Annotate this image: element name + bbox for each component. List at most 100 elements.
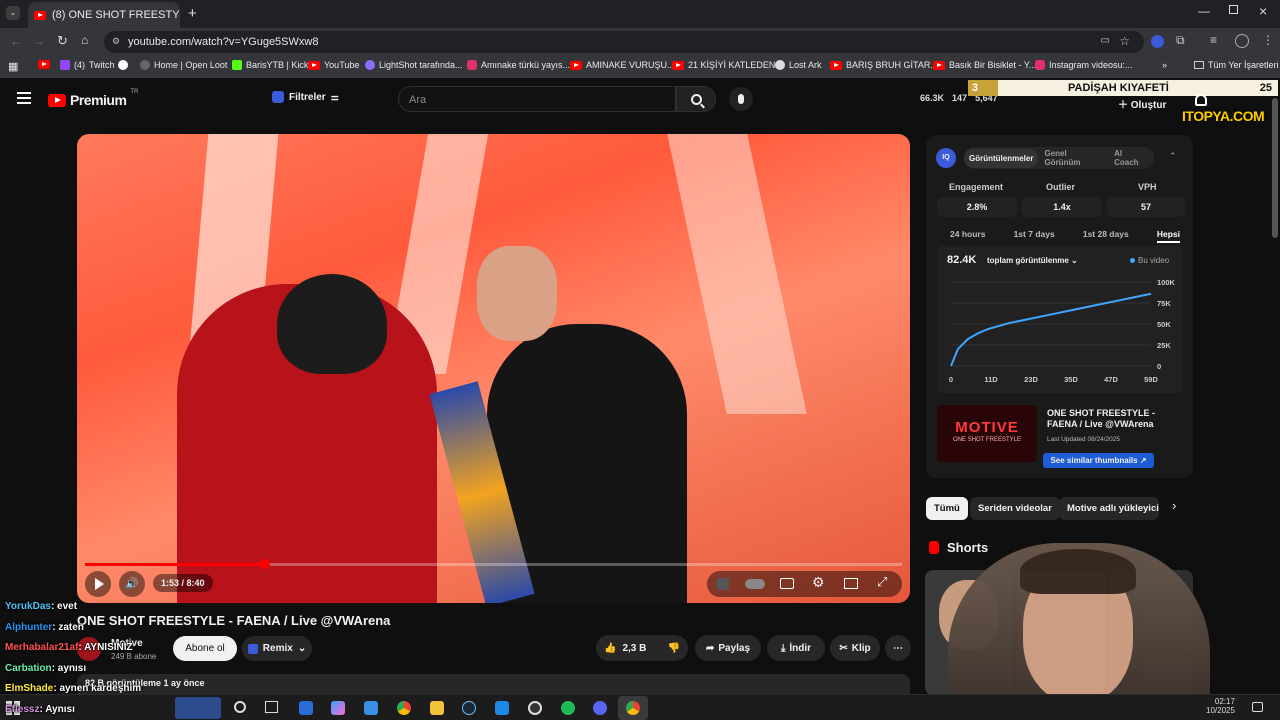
store-icon[interactable] [364, 701, 378, 715]
description-box[interactable]: 82 B görüntüleme 1 ay önce [77, 674, 910, 694]
like-button[interactable]: 👍 2,3 B [604, 643, 646, 654]
app-icon[interactable] [299, 701, 313, 715]
notifications-bell-icon[interactable] [1195, 94, 1207, 106]
remix-button[interactable]: Remix ⌄ [242, 636, 312, 661]
chrome-active-icon[interactable] [618, 696, 648, 720]
new-tab-button[interactable]: + [188, 5, 197, 22]
vidiq-filters-button[interactable]: Filtreler ⚌ [272, 91, 339, 103]
volume-button[interactable]: 🔊 [119, 571, 145, 597]
restore-button[interactable] [1229, 5, 1238, 14]
chips-next-icon[interactable]: › [1172, 498, 1176, 513]
thumbnail-preview[interactable]: MOTIVE ONE SHOT FREESTYLE [937, 405, 1037, 462]
profile-icon[interactable] [1235, 34, 1249, 48]
copilot-icon[interactable] [331, 701, 345, 715]
range-24h[interactable]: 24 hours [950, 229, 985, 243]
play-button[interactable] [85, 571, 111, 597]
discord-icon[interactable] [593, 701, 607, 715]
home-icon[interactable]: ⌂ [81, 33, 88, 47]
chrome-icon[interactable] [397, 701, 411, 715]
menu-kebab-icon[interactable]: ⋮ [1262, 33, 1274, 47]
close-window-button[interactable]: × [1259, 3, 1267, 19]
create-button[interactable]: ＋ Oluştur [1118, 96, 1166, 111]
forward-icon[interactable]: → [33, 34, 45, 48]
range-all[interactable]: Hepsi [1156, 229, 1180, 243]
bookmark-youtube[interactable]: YouTube [308, 60, 359, 70]
media-icon[interactable]: ≡ [1210, 33, 1217, 47]
clock[interactable]: 02:17 10/2025 [1206, 697, 1235, 715]
fullscreen-icon[interactable]: ⤢ [877, 574, 887, 590]
range-28d[interactable]: 1st 28 days [1083, 229, 1129, 243]
minimize-button[interactable]: — [1198, 4, 1210, 18]
bookmark-youtube-3[interactable]: 21 KİŞİYİ KATLEDEN... [672, 60, 783, 70]
clock-date: 10/2025 [1206, 706, 1235, 715]
extension-icon[interactable] [1151, 35, 1164, 48]
bookmark-youtube-5[interactable]: Basık Bir Bisiklet - Y... [933, 60, 1036, 70]
more-actions-button[interactable]: ⋯ [885, 635, 911, 661]
bookmarks-folder[interactable]: Tüm Yer İşaretleri [1194, 60, 1279, 70]
notifications-icon[interactable] [1252, 702, 1263, 712]
search-input[interactable]: Ara [398, 86, 676, 112]
obs-icon[interactable] [528, 701, 542, 715]
chip-all[interactable]: Tümü [926, 497, 968, 520]
chip-uploader[interactable]: Motive adlı yükleyici [1059, 497, 1159, 520]
download-button[interactable]: ⤓ İndir [767, 635, 825, 661]
bookmark-twitch[interactable]: (4) Twitch [60, 60, 115, 70]
views-dropdown[interactable]: toplam görüntülenme ⌄ [987, 256, 1078, 265]
bookmark-lightshot[interactable]: LightShot tarafında... [365, 60, 463, 70]
youtube-logo[interactable]: Premium TR [48, 89, 138, 108]
bookmark-star-icon[interactable]: ☆ [1119, 34, 1130, 48]
progress-bar[interactable] [85, 559, 902, 569]
search-taskbar-icon[interactable] [234, 701, 246, 713]
bookmark-instagram-1[interactable]: Amınake türkü yayıs... [467, 60, 570, 70]
bookmark-youtube-4[interactable]: BARIŞ BRUH GİTAR... [830, 60, 938, 70]
subtitles-icon[interactable] [780, 578, 794, 589]
share-button[interactable]: ➦ Paylaş [695, 635, 761, 661]
like-dislike-group: 👍 2,3 B 👎 [596, 635, 688, 661]
taskbar-thumbnail[interactable] [175, 697, 221, 719]
bookmark-kick[interactable]: BarisYTB | Kick [232, 60, 308, 70]
youtube-favicon-icon [933, 60, 945, 70]
browser-tab-active[interactable]: (8) ONE SHOT FREESTYLE - FAE × [28, 2, 180, 28]
apps-grid-icon[interactable]: ▦ [8, 60, 18, 73]
settings-gear-icon[interactable]: ⚙ [812, 574, 825, 591]
bookmarks-overflow-icon[interactable]: » [1162, 60, 1167, 70]
tab-search-button[interactable]: ⌄ [6, 6, 20, 20]
bookmark-youtube-icon-only[interactable] [38, 60, 50, 69]
address-bar[interactable]: ⚙ youtube.com/watch?v=YGuge5SWxw8 ▭ ☆ [104, 31, 1144, 53]
chip-series[interactable]: Seriden videolar [970, 497, 1060, 520]
youtube-favicon-icon [672, 60, 684, 70]
back-icon[interactable]: ← [10, 34, 22, 48]
dislike-button[interactable]: 👎 [668, 643, 680, 654]
search-button[interactable] [676, 86, 716, 112]
theater-mode-icon[interactable] [844, 578, 858, 589]
bookmark-chrome[interactable] [118, 60, 128, 70]
extensions-puzzle-icon[interactable]: ⧉ [1176, 33, 1185, 48]
voice-search-button[interactable] [729, 87, 753, 111]
steam-icon[interactable] [462, 701, 476, 715]
bookmark-openloot[interactable]: Home | Open Loot [140, 60, 227, 70]
collapse-chevron-icon[interactable]: ⌃ [1169, 151, 1177, 162]
bookmark-lostark[interactable]: Lost Ark [775, 60, 822, 70]
bookmark-youtube-2[interactable]: AMINAKE VURUŞU... [570, 60, 675, 70]
site-info-icon[interactable]: ⚙ [112, 36, 120, 47]
tab-overview[interactable]: Genel Görünüm [1038, 149, 1106, 167]
clip-button[interactable]: ✂ Klip [830, 635, 880, 661]
subscribe-button[interactable]: Abone ol [173, 636, 237, 661]
tab-ai-coach[interactable]: AI Coach [1106, 149, 1154, 167]
autoplay-toggle[interactable] [745, 579, 765, 589]
progress-scrubber[interactable] [259, 559, 270, 569]
tab-views[interactable]: Görüntülenmeler [964, 148, 1039, 168]
hamburger-menu-icon[interactable] [17, 92, 31, 104]
similar-thumbnails-button[interactable]: See similar thumbnails ↗ [1043, 453, 1154, 468]
task-view-icon[interactable] [265, 701, 278, 713]
file-explorer-icon[interactable] [430, 701, 444, 715]
app-icon-blue[interactable] [495, 701, 509, 715]
vidiq-player-icon[interactable] [717, 578, 729, 590]
page-scrollbar[interactable] [1272, 98, 1278, 238]
reload-icon[interactable]: ↻ [57, 33, 68, 49]
spotify-icon[interactable] [561, 701, 575, 715]
range-7d[interactable]: 1st 7 days [1014, 229, 1055, 243]
cast-icon[interactable]: ▭ [1101, 35, 1110, 46]
video-player[interactable]: 🔊 1:53 / 8:40 ⚙ ⤢ [77, 134, 910, 603]
bookmark-instagram-2[interactable]: Instagram videosu:... [1035, 60, 1133, 70]
